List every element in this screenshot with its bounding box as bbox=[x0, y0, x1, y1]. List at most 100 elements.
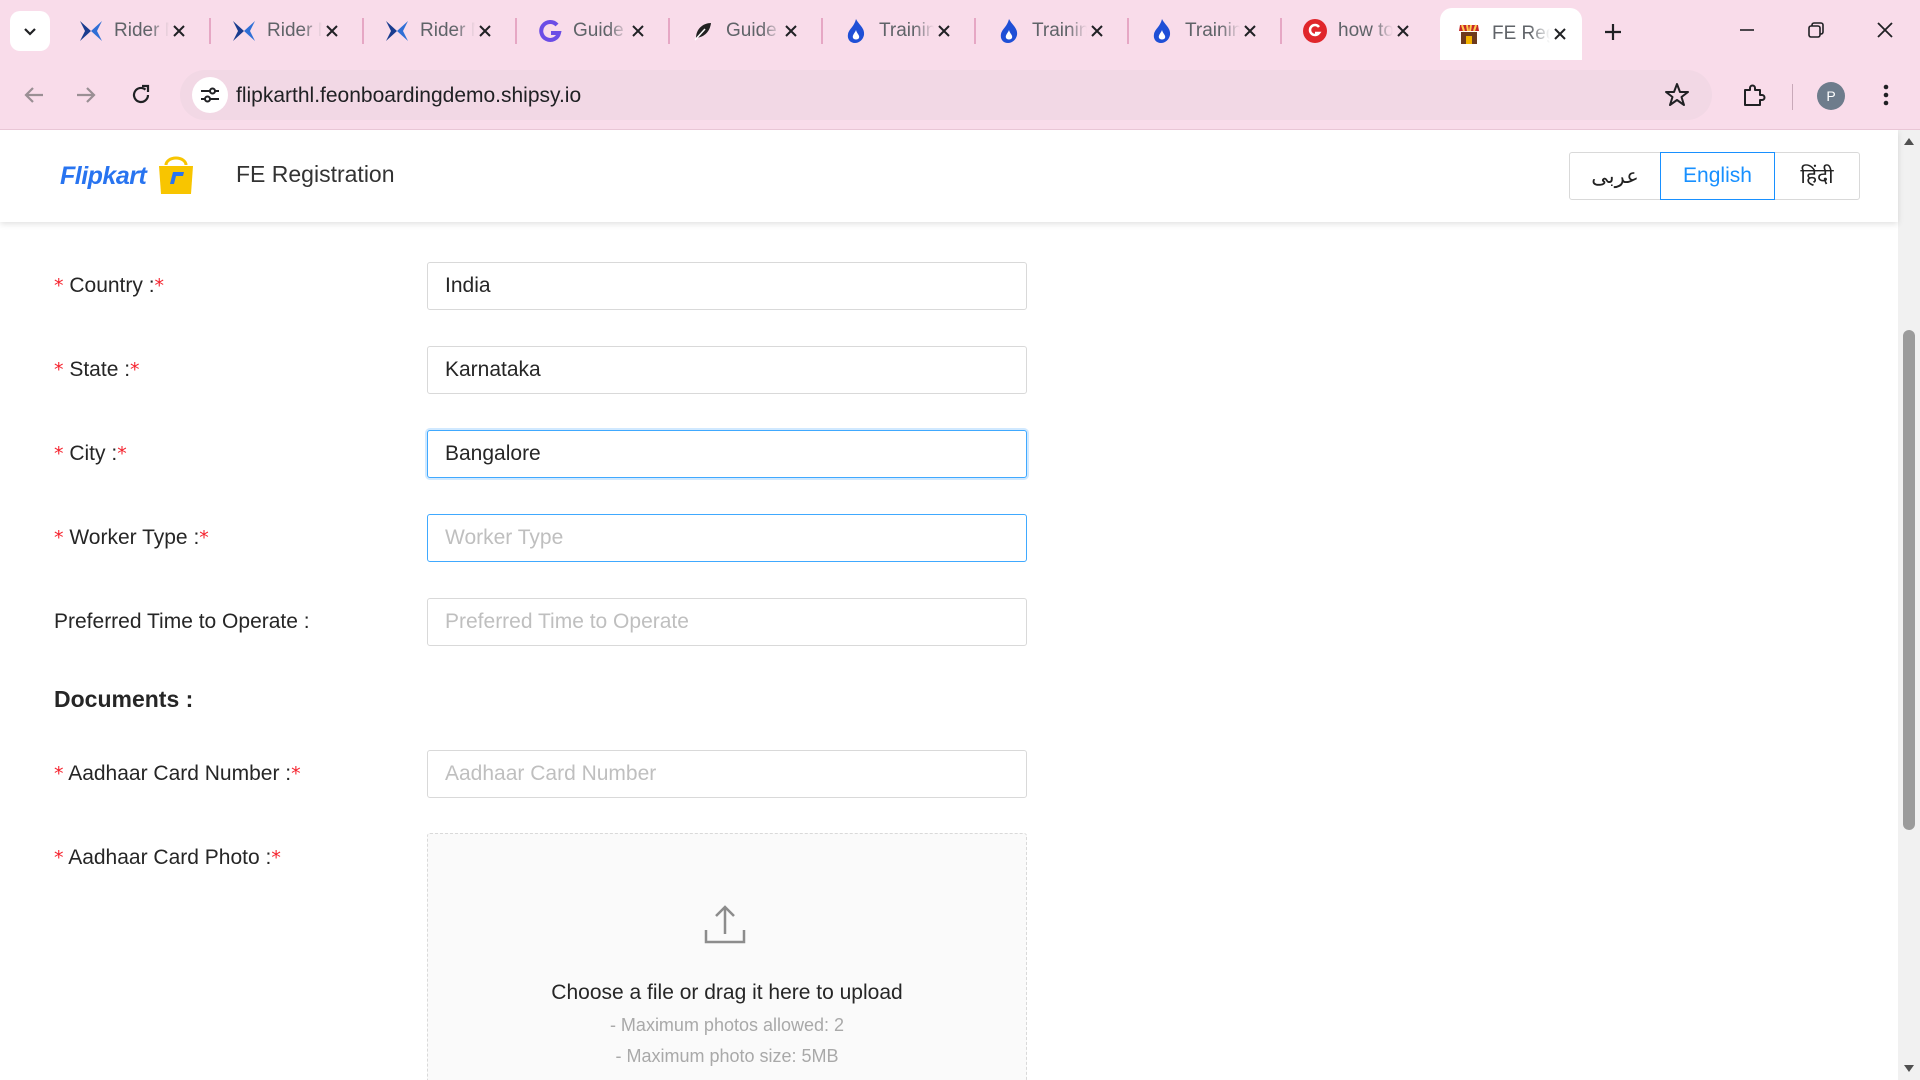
close-icon[interactable] bbox=[1087, 21, 1106, 41]
preferred-time-select[interactable] bbox=[427, 598, 1027, 646]
tab-title: Training bbox=[1032, 20, 1088, 41]
rider-logo-icon bbox=[78, 18, 104, 44]
country-field[interactable] bbox=[427, 262, 1027, 310]
upload-hint-max-size: - Maximum photo size: 5MB bbox=[615, 1046, 839, 1066]
flame-icon bbox=[1149, 18, 1175, 44]
tab-title: Rider Management bbox=[267, 20, 322, 41]
close-icon[interactable] bbox=[781, 21, 800, 41]
restore-icon bbox=[1808, 22, 1824, 38]
reload-button[interactable] bbox=[119, 73, 163, 117]
close-icon[interactable] bbox=[169, 21, 188, 41]
upload-icon bbox=[704, 905, 746, 944]
browser-tab[interactable]: Rider Management bbox=[62, 10, 200, 52]
g-red-icon bbox=[1302, 18, 1328, 44]
required-marker: * bbox=[54, 763, 64, 785]
city-field[interactable] bbox=[427, 430, 1027, 478]
tab-title: how to bbox=[1338, 20, 1394, 41]
minimize-icon bbox=[1740, 29, 1754, 31]
tab-title: Rider Management bbox=[420, 20, 475, 41]
preferred-time-label: Preferred Time to Operate : bbox=[54, 610, 310, 633]
scrollbar-thumb[interactable] bbox=[1903, 330, 1915, 830]
worker-type-label: * Worker Type :* bbox=[54, 526, 209, 549]
scroll-down-arrow-icon[interactable] bbox=[1903, 1064, 1915, 1074]
store-icon bbox=[1456, 21, 1482, 47]
close-window-icon bbox=[1877, 22, 1893, 38]
language-arabic-button[interactable]: عربى bbox=[1569, 152, 1661, 200]
app-header: Flipkart FE Registration عربى English हि… bbox=[0, 130, 1898, 222]
tab-search-button[interactable] bbox=[10, 11, 50, 51]
city-label: * City :* bbox=[54, 442, 127, 465]
language-english-button[interactable]: English bbox=[1660, 152, 1775, 200]
state-label: * State :* bbox=[54, 358, 140, 381]
aadhaar-photo-upload-dropzone[interactable]: Choose a file or drag it here to upload … bbox=[427, 833, 1027, 1080]
flipkart-logo: Flipkart bbox=[60, 156, 196, 196]
reload-icon bbox=[132, 84, 150, 104]
required-marker: * bbox=[54, 443, 64, 465]
browser-tab[interactable]: Training bbox=[980, 10, 1118, 52]
browser-tab-active[interactable]: FE Registration bbox=[1440, 8, 1582, 60]
shopping-bag-logo-icon bbox=[159, 156, 194, 194]
tab-title: Training bbox=[879, 20, 935, 41]
arrow-left-icon bbox=[24, 87, 43, 103]
flame-icon bbox=[996, 18, 1022, 44]
browser-tab[interactable]: Guide bbox=[521, 10, 659, 52]
kebab-menu-icon bbox=[1883, 84, 1889, 106]
close-icon[interactable] bbox=[475, 21, 494, 41]
profile-avatar[interactable]: P bbox=[1817, 82, 1845, 110]
browser-tab[interactable]: Rider Management bbox=[215, 10, 353, 52]
menu-button[interactable] bbox=[1864, 73, 1908, 117]
documents-heading: Documents : bbox=[54, 686, 194, 712]
country-label: * Country :* bbox=[54, 274, 165, 297]
plus-icon bbox=[1605, 24, 1621, 40]
forward-button[interactable] bbox=[64, 73, 108, 117]
close-icon[interactable] bbox=[322, 21, 341, 41]
browser-tab[interactable]: Training bbox=[1133, 10, 1271, 52]
aadhaar-number-input[interactable] bbox=[427, 750, 1027, 798]
page-scrollbar[interactable] bbox=[1898, 130, 1920, 1080]
bookmark-star-icon[interactable] bbox=[1664, 82, 1690, 113]
page-viewport: Flipkart FE Registration عربى English हि… bbox=[0, 130, 1920, 1080]
flame-icon bbox=[843, 18, 869, 44]
puzzle-icon bbox=[1744, 84, 1766, 106]
aadhaar-number-label: * Aadhaar Card Number :* bbox=[54, 762, 301, 785]
required-marker: * bbox=[54, 275, 64, 297]
tab-title: Rider Management bbox=[114, 20, 169, 41]
site-info-icon[interactable] bbox=[192, 77, 228, 113]
close-window-button[interactable] bbox=[1855, 8, 1915, 52]
tab-title: Guide bbox=[573, 20, 624, 41]
required-marker: * bbox=[54, 359, 64, 381]
extensions-button[interactable] bbox=[1732, 73, 1776, 117]
arrow-right-icon bbox=[77, 87, 96, 103]
logo-text: Flipkart bbox=[60, 161, 147, 190]
address-bar[interactable]: flipkarthl.feonboardingdemo.shipsy.io bbox=[180, 70, 1712, 120]
browser-toolbar: flipkarthl.feonboardingdemo.shipsy.io P bbox=[0, 60, 1920, 130]
rider-logo-icon bbox=[384, 18, 410, 44]
close-icon[interactable] bbox=[1550, 24, 1570, 44]
worker-type-select[interactable] bbox=[427, 514, 1027, 562]
browser-tab-strip: Rider Management Rider Management Rider … bbox=[0, 0, 1920, 60]
aadhaar-photo-label: * Aadhaar Card Photo :* bbox=[54, 846, 281, 869]
close-icon[interactable] bbox=[934, 21, 953, 41]
new-tab-button[interactable] bbox=[1595, 14, 1631, 50]
close-icon[interactable] bbox=[1393, 21, 1412, 41]
upload-instruction: Choose a file or drag it here to upload bbox=[551, 981, 903, 1004]
close-icon[interactable] bbox=[628, 21, 647, 41]
url-text: flipkarthl.feonboardingdemo.shipsy.io bbox=[236, 84, 582, 107]
state-field[interactable] bbox=[427, 346, 1027, 394]
page-title: FE Registration bbox=[236, 161, 395, 187]
upload-hint-max-photos: - Maximum photos allowed: 2 bbox=[609, 1015, 845, 1035]
browser-tab[interactable]: Rider Management bbox=[368, 10, 506, 52]
language-hindi-button[interactable]: हिंदी bbox=[1774, 152, 1860, 200]
browser-tab[interactable]: how to bbox=[1286, 10, 1424, 52]
feather-icon bbox=[690, 18, 716, 44]
g-logo-icon bbox=[537, 18, 563, 44]
browser-tab[interactable]: Guide bbox=[674, 10, 812, 52]
required-marker: * bbox=[54, 527, 64, 549]
browser-tab[interactable]: Training bbox=[827, 10, 965, 52]
minimize-button[interactable] bbox=[1717, 8, 1777, 52]
close-icon[interactable] bbox=[1240, 21, 1259, 41]
back-button[interactable] bbox=[12, 73, 56, 117]
tab-title: Guide bbox=[726, 20, 777, 41]
scroll-up-arrow-icon[interactable] bbox=[1903, 136, 1915, 146]
restore-button[interactable] bbox=[1786, 8, 1846, 52]
